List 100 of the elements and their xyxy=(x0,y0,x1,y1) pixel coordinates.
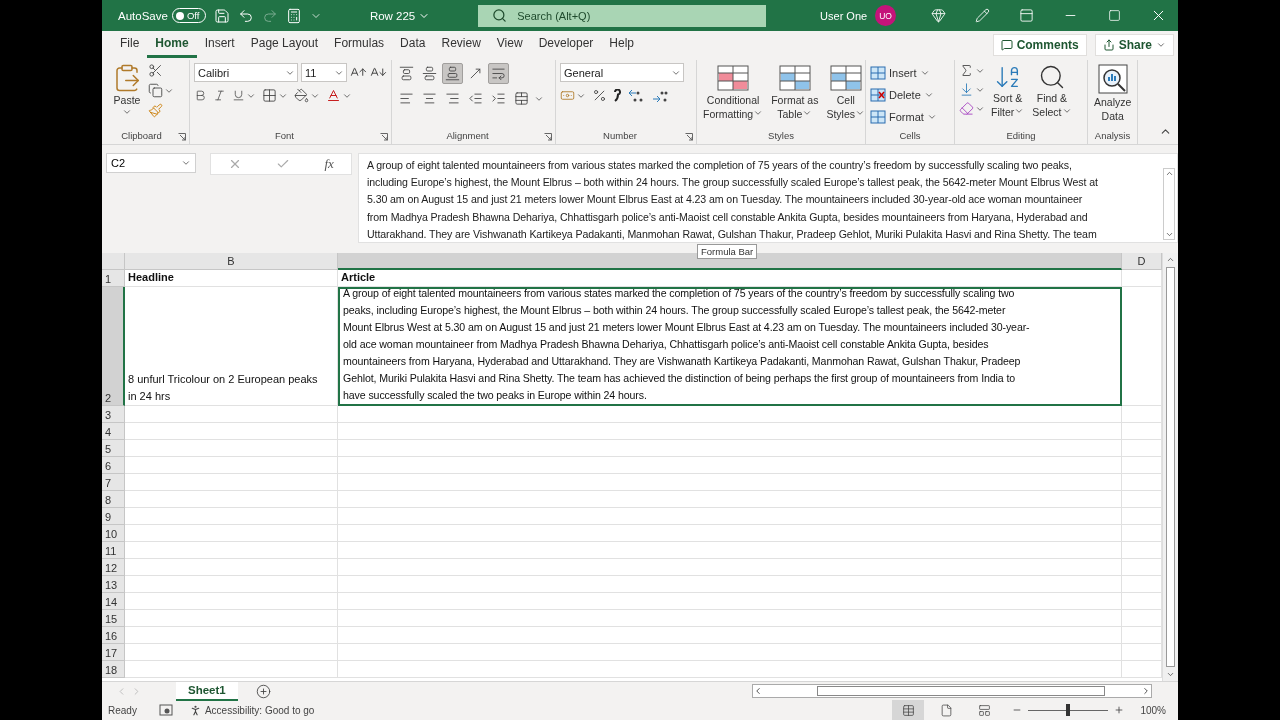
menu-tab[interactable]: Review xyxy=(433,31,489,58)
row-header[interactable]: 11 xyxy=(102,542,125,559)
macro-record-icon[interactable] xyxy=(158,704,173,716)
find-button[interactable]: Find & Select xyxy=(1030,63,1074,119)
cell-styles-icon[interactable] xyxy=(828,63,863,93)
row-header[interactable]: 3 xyxy=(102,406,125,423)
zoom-level[interactable]: 100% xyxy=(1140,704,1166,716)
search-field[interactable]: Search (Alt+Q) xyxy=(478,4,767,27)
zoom-thumb[interactable] xyxy=(1066,704,1071,716)
autosum-icon[interactable] xyxy=(959,63,974,78)
pen-icon[interactable] xyxy=(974,8,990,23)
font-size-field[interactable]: 11 xyxy=(301,63,347,82)
format-as-table-icon[interactable] xyxy=(777,63,812,93)
row-header[interactable]: 9 xyxy=(102,508,125,525)
add-sheet-icon[interactable] xyxy=(255,683,271,699)
document-title[interactable]: Row 225 xyxy=(369,9,431,22)
name-box[interactable]: C2 xyxy=(106,153,196,173)
borders-icon[interactable] xyxy=(262,88,277,103)
scroll-up-icon[interactable] xyxy=(1164,169,1174,178)
row-header[interactable]: 8 xyxy=(102,491,125,508)
dialog-launcher-icon[interactable] xyxy=(544,133,552,141)
menu-tab[interactable]: Home xyxy=(147,31,197,58)
share-button[interactable]: Share xyxy=(1094,33,1174,56)
format-cells-icon[interactable] xyxy=(870,110,886,124)
menu-tab[interactable]: File xyxy=(112,31,148,58)
menu-tab[interactable]: Help xyxy=(601,31,642,58)
column-header[interactable] xyxy=(338,253,1122,270)
dialog-launcher-icon[interactable] xyxy=(178,133,186,141)
font-color-icon[interactable] xyxy=(326,88,341,103)
increase-decimal-icon[interactable] xyxy=(627,88,645,103)
scroll-down-icon[interactable] xyxy=(1164,230,1174,239)
formula-bar-field[interactable]: A group of eight talented mountaineers from various states marked the completion of 75 years of the country’s freedom by successfully scaling two peaks, including Europe’s highest, the Mount Elbrus – both within 24 hours. The group successfully scaled Europe’s tallest peak, the 5642-meter Mount Elbrus West at 5.30 am on August 15 and just 21 meters lower Mount Elbrus East at 4.23 am on Tuesday. The mountaineers included 30-year-old ace woman mountaineer from Madhya Pradesh Bhawna Dehariya, Chhattisgarh police’s anti-Maoist cell constable Ankita Gupta, besides mountaineers from Haryana, Hyderabad and Uttarakhand. They are Vishwanath Kartikeya Padakanti, Manmohan Rawat, Gulshan Thakur, Pradeep Gehlot, Muriki Pulakita Hasvi and Rina Shetty. The team xyxy=(358,153,1178,243)
wrap-text-button[interactable] xyxy=(488,63,509,84)
row-header[interactable]: 14 xyxy=(102,593,125,610)
scroll-down-icon[interactable] xyxy=(1166,670,1175,679)
bold-icon[interactable] xyxy=(194,89,207,102)
font-name-field[interactable]: Calibri xyxy=(194,63,298,82)
fill-down-icon[interactable] xyxy=(959,82,974,97)
menu-tab[interactable]: Developer xyxy=(530,31,602,58)
sheet-tab[interactable]: Sheet1 xyxy=(176,681,238,701)
row-header[interactable]: 7 xyxy=(102,474,125,491)
maximize-icon[interactable] xyxy=(1107,9,1121,22)
row-header[interactable]: 18 xyxy=(102,661,125,678)
copy-icon[interactable] xyxy=(148,83,163,98)
dialog-launcher-icon[interactable] xyxy=(685,133,693,141)
insert-function-button[interactable]: fx xyxy=(324,156,334,172)
row-header[interactable]: 16 xyxy=(102,627,125,644)
bottom-align-button[interactable] xyxy=(442,63,463,84)
zoom-in-icon[interactable] xyxy=(1114,705,1125,715)
cell-styles-button[interactable]: Cell Styles xyxy=(824,63,868,121)
undo-icon[interactable] xyxy=(237,7,254,24)
scroll-left-icon[interactable] xyxy=(753,686,763,696)
row-header[interactable]: 1 xyxy=(102,270,125,287)
paste-button[interactable]: Paste xyxy=(110,63,144,117)
conditional-formatting-button[interactable]: Conditional Formatting xyxy=(701,63,766,121)
normal-view-button[interactable] xyxy=(892,700,925,720)
column-header[interactable]: D xyxy=(1122,253,1162,270)
number-format-field[interactable]: General xyxy=(560,63,684,82)
row-header[interactable]: 5 xyxy=(102,440,125,457)
vertical-scrollbar[interactable] xyxy=(1162,253,1178,681)
accounting-icon[interactable] xyxy=(560,88,575,103)
insert-cells-icon[interactable] xyxy=(870,66,886,80)
row-header[interactable]: 12 xyxy=(102,559,125,576)
scroll-up-icon[interactable] xyxy=(1166,255,1175,264)
row-header[interactable]: 2 xyxy=(102,287,125,406)
format-cells-button[interactable]: Format xyxy=(870,107,937,127)
accessibility-status[interactable]: Accessibility: Good to go xyxy=(204,704,315,716)
ribbon-display-icon[interactable] xyxy=(1018,8,1034,23)
enter-icon[interactable] xyxy=(276,157,291,171)
percent-icon[interactable] xyxy=(592,88,607,103)
format-painter-icon[interactable] xyxy=(148,103,163,118)
format-as-table-button[interactable]: Format as Table xyxy=(769,63,821,121)
menu-tab[interactable]: View xyxy=(488,31,531,58)
analyze-data-button[interactable]: Analyze Data xyxy=(1092,63,1134,123)
horizontal-scrollbar[interactable] xyxy=(752,684,1152,698)
dialog-launcher-icon[interactable] xyxy=(380,133,388,141)
scroll-right-icon[interactable] xyxy=(1141,686,1151,696)
row-header[interactable]: 4 xyxy=(102,423,125,440)
insert-cells-button[interactable]: Insert xyxy=(870,63,930,83)
menu-tab[interactable]: Page Layout xyxy=(242,31,327,58)
row-header[interactable]: 10 xyxy=(102,525,125,542)
user-avatar[interactable]: UO xyxy=(875,5,896,26)
diamond-icon[interactable] xyxy=(930,8,946,23)
row-header[interactable]: 17 xyxy=(102,644,125,661)
delete-cells-button[interactable]: Delete xyxy=(870,85,934,105)
italic-icon[interactable] xyxy=(213,89,226,102)
delete-cells-icon[interactable] xyxy=(870,88,886,102)
conditional-formatting-icon[interactable] xyxy=(716,63,751,93)
cut-icon[interactable] xyxy=(148,63,163,78)
row-header[interactable]: 15 xyxy=(102,610,125,627)
column-header[interactable]: B xyxy=(125,253,338,270)
menu-tab[interactable]: Formulas xyxy=(326,31,393,58)
menu-tab[interactable]: Data xyxy=(392,31,434,58)
row-header[interactable]: 13 xyxy=(102,576,125,593)
underline-icon[interactable] xyxy=(232,89,245,102)
fill-color-icon[interactable] xyxy=(294,88,309,103)
sort-button[interactable]: Sort & Filter xyxy=(989,63,1027,119)
clear-icon[interactable] xyxy=(959,101,974,116)
formula-scrollbar[interactable] xyxy=(1163,168,1175,240)
save-icon[interactable] xyxy=(213,7,230,24)
